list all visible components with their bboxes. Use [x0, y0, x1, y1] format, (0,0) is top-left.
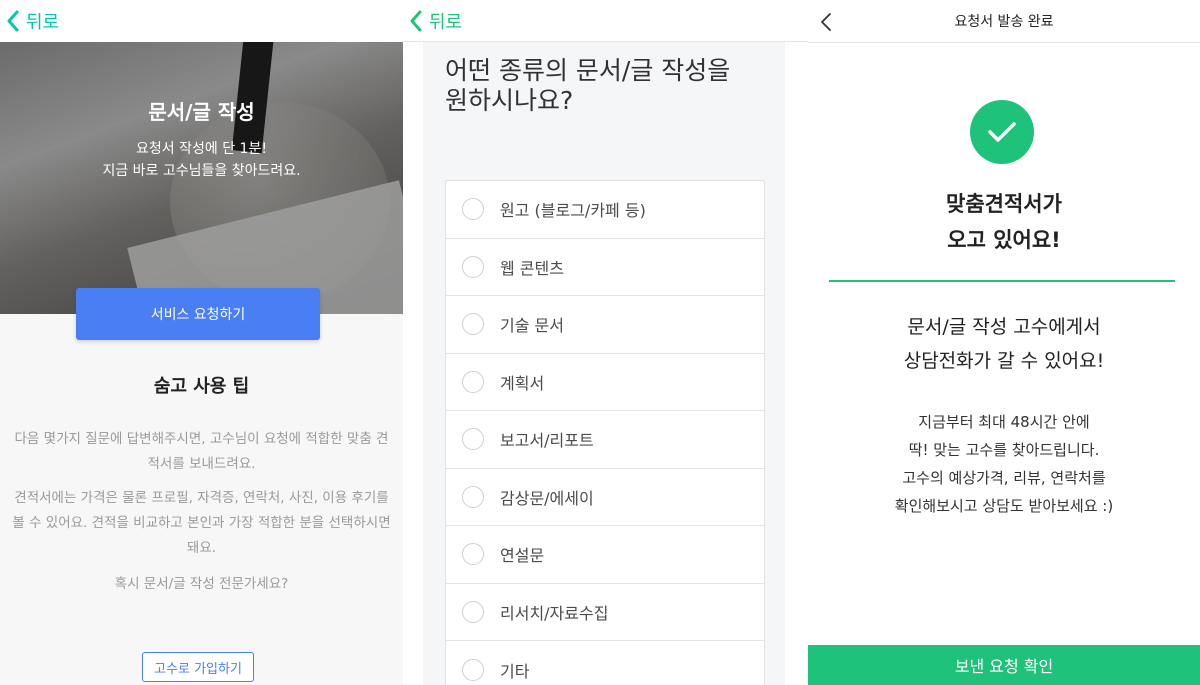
option-item[interactable]: 리서치/자료수집: [446, 584, 764, 641]
chevron-left-icon: [410, 10, 422, 31]
done-subtitle: 문서/글 작성 고수에게서 상담전화가 갈 수 있어요!: [808, 310, 1200, 378]
done-title: 맞춤견적서가 오고 있어요!: [808, 186, 1200, 258]
option-item[interactable]: 웹 콘텐츠: [446, 239, 764, 296]
service-intro-screen: 뒤로 문서/글 작성 요청서 작성에 단 1분! 지금 바로 고수님들을 찾아드…: [0, 0, 403, 685]
radio-button[interactable]: [462, 428, 484, 451]
radio-button[interactable]: [462, 658, 484, 681]
back-button[interactable]: 뒤로: [0, 8, 59, 34]
option-item[interactable]: 원고 (블로그/카페 등): [446, 181, 764, 239]
done-description-line: 고수의 예상가격, 리뷰, 연락처를: [902, 469, 1106, 487]
top-bar: 뒤로: [403, 0, 808, 42]
request-service-button[interactable]: 서비스 요청하기: [76, 288, 320, 340]
option-item[interactable]: 기술 문서: [446, 296, 764, 354]
question-title: 어떤 종류의 문서/글 작성을 원하시나요?: [445, 56, 775, 116]
top-bar: 요청서 발송 완료: [808, 0, 1200, 43]
option-label: 연설문: [500, 546, 545, 566]
request-sent-screen: 요청서 발송 완료 맞춤견적서가 오고 있어요! 문서/글 작성 고수에게서 상…: [808, 0, 1200, 685]
option-item[interactable]: 계획서: [446, 354, 764, 411]
done-description-line: 딱! 맞는 고수를 찾아드립니다.: [908, 441, 1100, 459]
option-label: 계획서: [500, 373, 545, 393]
radio-button[interactable]: [462, 370, 484, 393]
radio-button[interactable]: [462, 313, 484, 336]
option-list: 원고 (블로그/카페 등) 웹 콘텐츠 기술 문서 계획서 보고서/리포트 감상…: [445, 180, 765, 685]
option-label: 웹 콘텐츠: [500, 258, 564, 278]
radio-button[interactable]: [462, 198, 484, 221]
join-as-expert-button[interactable]: 고수로 가입하기: [142, 652, 254, 682]
back-label: 뒤로: [429, 11, 463, 33]
tip-paragraph: 다음 몇가지 질문에 답변해주시면, 고수님이 요청에 적합한 맞춤 견적서를 …: [14, 431, 389, 472]
expert-question: 혹시 문서/글 작성 전문가세요?: [114, 576, 289, 592]
done-description-line: 지금부터 최대 48시간 안에: [918, 413, 1090, 431]
back-label: 뒤로: [26, 12, 60, 33]
option-label: 기타: [500, 661, 530, 681]
done-title-line: 맞춤견적서가: [946, 192, 1062, 216]
done-title-line: 오고 있어요!: [947, 228, 1061, 252]
option-item[interactable]: 연설문: [446, 526, 764, 584]
radio-button[interactable]: [462, 485, 484, 508]
option-label: 리서치/자료수집: [500, 603, 609, 623]
option-label: 감상문/에세이: [500, 488, 594, 508]
top-bar: 뒤로: [0, 0, 403, 42]
option-label: 원고 (블로그/카페 등): [500, 201, 646, 221]
page-title: 요청서 발송 완료: [954, 14, 1054, 30]
category-select-screen: 뒤로 어떤 종류의 문서/글 작성을 원하시나요? 원고 (블로그/카페 등) …: [403, 0, 808, 685]
question-line: 어떤 종류의 문서/글 작성을: [445, 56, 731, 85]
radio-button[interactable]: [462, 543, 484, 566]
chevron-left-icon: [7, 10, 19, 32]
check-icon: [970, 100, 1034, 164]
back-button[interactable]: 뒤로: [403, 8, 462, 34]
option-item[interactable]: 기타: [446, 641, 764, 685]
question-line: 원하시나요?: [445, 86, 574, 115]
option-item[interactable]: 감상문/에세이: [446, 469, 764, 526]
done-description: 지금부터 최대 48시간 안에 딱! 맞는 고수를 찾아드립니다. 고수의 예상…: [808, 408, 1200, 520]
hero-subtitle: 요청서 작성에 단 1분! 지금 바로 고수님들을 찾아드려요.: [0, 138, 403, 182]
divider: [829, 280, 1175, 282]
option-item[interactable]: 보고서/리포트: [446, 411, 764, 469]
tip-paragraph: 견적서에는 가격은 물론 프로필, 자격증, 연락처, 사진, 이용 후기를 볼…: [12, 490, 391, 556]
option-label: 보고서/리포트: [500, 431, 594, 451]
hero-subtitle-line: 요청서 작성에 단 1분!: [136, 141, 267, 157]
chevron-left-icon[interactable]: [820, 12, 832, 32]
option-label: 기술 문서: [500, 316, 564, 336]
done-description-line: 확인해보시고 상담도 받아보세요 :): [894, 497, 1114, 515]
hero-subtitle-line: 지금 바로 고수님들을 찾아드려요.: [102, 163, 301, 179]
view-sent-request-button[interactable]: 보낸 요청 확인: [808, 645, 1200, 685]
tips-title: 숨고 사용 팁: [153, 376, 250, 397]
radio-button[interactable]: [462, 600, 484, 623]
done-subtitle-line: 문서/글 작성 고수에게서: [907, 316, 1101, 338]
radio-button[interactable]: [462, 255, 484, 278]
done-subtitle-line: 상담전화가 갈 수 있어요!: [903, 350, 1105, 372]
hero-title: 문서/글 작성: [148, 100, 255, 124]
